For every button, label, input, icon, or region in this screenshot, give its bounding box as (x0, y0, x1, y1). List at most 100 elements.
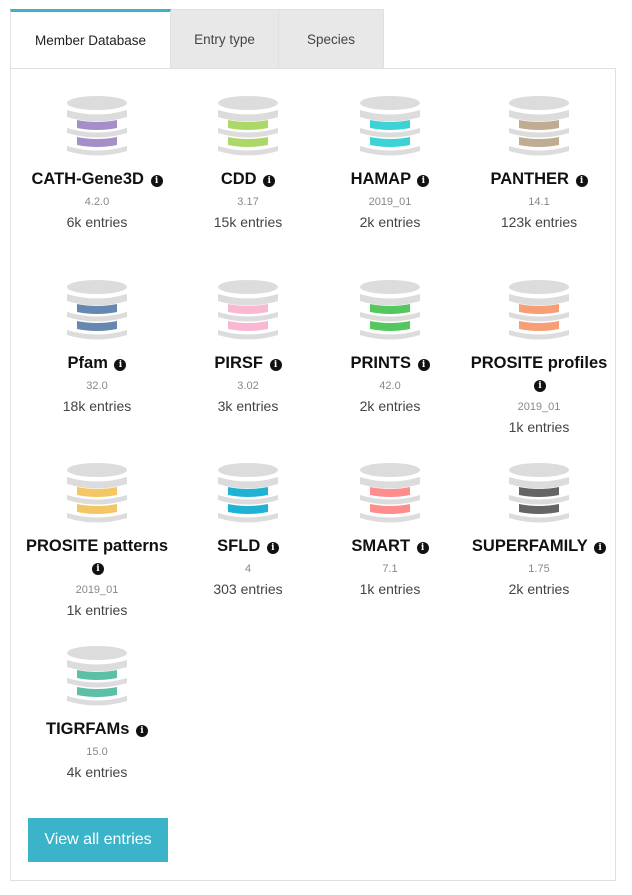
database-card[interactable]: PROSITE patterns i 2019_01 1k entries (21, 462, 173, 619)
info-icon[interactable]: i (416, 542, 429, 554)
database-entry-count[interactable]: 2k entries (314, 214, 466, 231)
database-name-text: Pfam (67, 354, 108, 372)
database-name[interactable]: Pfam i (21, 353, 173, 374)
database-name-text: PRINTS (350, 354, 411, 372)
database-icon (218, 280, 278, 340)
database-icon (67, 96, 127, 156)
database-version: 42.0 (379, 380, 401, 392)
info-icon[interactable]: i (575, 175, 588, 187)
database-version: 2019_01 (75, 584, 119, 596)
database-entry-count[interactable]: 1k entries (314, 581, 466, 598)
database-card[interactable]: SFLD i 4 303 entries (172, 462, 324, 598)
database-version: 14.1 (528, 196, 550, 208)
database-entry-count[interactable]: 2k entries (314, 398, 466, 415)
database-card[interactable]: HAMAP i 2019_01 2k entries (314, 95, 466, 231)
database-version: 1.75 (528, 563, 550, 575)
database-version: 2019_01 (368, 196, 412, 208)
info-icon[interactable]: i (150, 175, 163, 187)
database-entry-count[interactable]: 303 entries (172, 581, 324, 598)
tab-label: Entry type (194, 32, 255, 47)
database-name-text: SUPERFAMILY (471, 537, 588, 555)
database-name-text: SFLD (217, 537, 261, 555)
database-name[interactable]: PROSITE profiles i (463, 353, 615, 395)
tab-bar: Member Database Entry type Species (10, 9, 384, 69)
database-name-text: PIRSF (214, 354, 263, 372)
database-card[interactable]: CDD i 3.17 15k entries (172, 95, 324, 231)
info-icon[interactable]: i (269, 359, 282, 371)
database-icon (509, 463, 569, 523)
database-entry-count[interactable]: 15k entries (172, 214, 324, 231)
tab-label: Species (306, 32, 356, 47)
database-card[interactable]: PANTHER i 14.1 123k entries (463, 95, 615, 231)
database-entry-count[interactable]: 1k entries (463, 419, 615, 436)
info-icon[interactable]: i (263, 175, 276, 187)
database-icon (509, 96, 569, 156)
database-name[interactable]: PROSITE patterns i (21, 536, 173, 578)
database-entry-count[interactable]: 4k entries (21, 764, 173, 781)
database-name[interactable]: HAMAP i (314, 169, 466, 190)
database-card[interactable]: PRINTS i 42.0 2k entries (314, 279, 466, 415)
info-icon[interactable]: i (417, 359, 430, 371)
database-entry-count[interactable]: 123k entries (463, 214, 615, 231)
database-name[interactable]: CATH-Gene3D i (21, 169, 173, 190)
database-entry-count[interactable]: 18k entries (21, 398, 173, 415)
info-icon[interactable]: i (594, 542, 607, 554)
database-name[interactable]: PRINTS i (314, 353, 466, 374)
database-version: 2019_01 (517, 401, 561, 413)
database-card[interactable]: SUPERFAMILY i 1.75 2k entries (463, 462, 615, 598)
tab-label: Member Database (34, 33, 147, 48)
tab-entry-type[interactable]: Entry type (171, 9, 279, 69)
database-name-text: CATH-Gene3D (31, 170, 144, 188)
database-name[interactable]: TIGRFAMs i (21, 719, 173, 740)
database-name[interactable]: PIRSF i (172, 353, 324, 374)
database-card[interactable]: Pfam i 32.0 18k entries (21, 279, 173, 415)
database-version: 32.0 (86, 380, 108, 392)
database-name-text: TIGRFAMs (45, 720, 130, 738)
database-card[interactable]: CATH-Gene3D i 4.2.0 6k entries (21, 95, 173, 231)
database-icon (360, 463, 420, 523)
database-version: 4.2.0 (84, 196, 110, 208)
database-icon (218, 96, 278, 156)
database-card[interactable]: PIRSF i 3.02 3k entries (172, 279, 324, 415)
database-name-text: PROSITE profiles (470, 354, 608, 372)
database-entry-count[interactable]: 3k entries (172, 398, 324, 415)
database-name-text: HAMAP (350, 170, 411, 188)
database-icon (509, 280, 569, 340)
database-entry-count[interactable]: 6k entries (21, 214, 173, 231)
database-name[interactable]: SUPERFAMILY i (463, 536, 615, 557)
database-entry-count[interactable]: 1k entries (21, 602, 173, 619)
database-name[interactable]: SFLD i (172, 536, 324, 557)
database-icon (67, 280, 127, 340)
database-name-text: CDD (220, 170, 257, 188)
database-version: 15.0 (86, 746, 108, 758)
database-card[interactable]: PROSITE profiles i 2019_01 1k entries (463, 279, 615, 436)
database-name[interactable]: PANTHER i (463, 169, 615, 190)
member-database-panel: CATH-Gene3D i 4.2.0 6k entries CDD i 3.17 15k… (10, 68, 616, 881)
database-card[interactable]: TIGRFAMs i 15.0 4k entries (21, 645, 173, 781)
database-version: 7.1 (382, 563, 398, 575)
database-card[interactable]: SMART i 7.1 1k entries (314, 462, 466, 598)
info-icon[interactable]: i (417, 175, 430, 187)
tab-species[interactable]: Species (279, 9, 384, 69)
database-name[interactable]: SMART i (314, 536, 466, 557)
info-icon[interactable]: i (92, 563, 104, 575)
database-icon (67, 463, 127, 523)
info-icon[interactable]: i (534, 380, 546, 392)
database-icon (218, 463, 278, 523)
info-icon[interactable]: i (114, 359, 127, 371)
database-name-text: PANTHER (490, 170, 569, 188)
database-version: 4 (244, 563, 252, 575)
database-name-text: SMART (351, 537, 411, 555)
database-icon (360, 280, 420, 340)
database-icon (360, 96, 420, 156)
view-all-entries-button[interactable]: View all entries (28, 818, 168, 862)
database-name-text: PROSITE patterns (25, 537, 169, 555)
database-version: 3.02 (237, 380, 259, 392)
database-name[interactable]: CDD i (172, 169, 324, 190)
info-icon[interactable]: i (266, 542, 279, 554)
database-version: 3.17 (237, 196, 259, 208)
tab-member-database[interactable]: Member Database (10, 9, 171, 69)
database-entry-count[interactable]: 2k entries (463, 581, 615, 598)
database-icon (67, 646, 127, 706)
info-icon[interactable]: i (136, 725, 148, 737)
